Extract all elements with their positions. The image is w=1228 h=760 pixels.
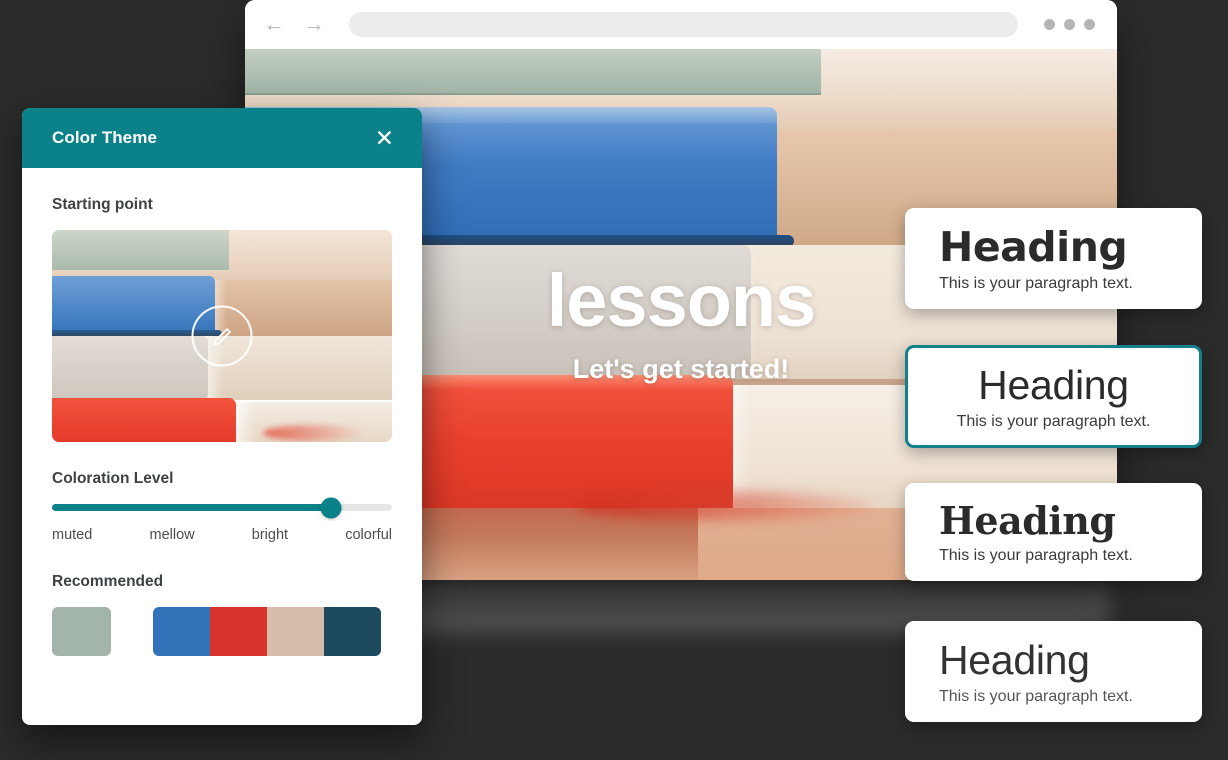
slider-thumb[interactable] <box>320 497 342 518</box>
palette-color-1 <box>153 607 210 656</box>
panel-body: Starting point Coloration Level muted me… <box>22 168 422 656</box>
card-paragraph: This is your paragraph text. <box>939 275 1133 293</box>
starting-point-thumbnail[interactable] <box>52 230 392 442</box>
menu-dot <box>1084 19 1095 30</box>
slider-tick-colorful[interactable]: colorful <box>345 527 392 543</box>
browser-toolbar: ← → <box>245 0 1117 49</box>
address-bar-input[interactable] <box>349 12 1018 37</box>
card-heading: Heading <box>939 637 1090 683</box>
slider-tick-bright[interactable]: bright <box>252 527 288 543</box>
recommended-group: Recommended <box>52 573 392 656</box>
palette-color-2 <box>210 607 267 656</box>
slider-fill <box>52 504 331 511</box>
forward-icon[interactable]: → <box>301 12 327 38</box>
text-style-card-2-selected[interactable]: Heading This is your paragraph text. <box>905 345 1202 449</box>
close-icon[interactable]: ✕ <box>369 123 400 154</box>
text-style-card-1[interactable]: Heading This is your paragraph text. <box>905 208 1202 310</box>
recommended-swatch-row <box>52 607 392 656</box>
slider-tick-muted[interactable]: muted <box>52 527 92 543</box>
text-style-card-4[interactable]: Heading This is your paragraph text. <box>905 621 1202 723</box>
slider-tick-labels: muted mellow bright colorful <box>52 527 392 543</box>
coloration-level-group: Coloration Level muted mellow bright col… <box>52 470 392 543</box>
card-paragraph: This is your paragraph text. <box>939 546 1133 564</box>
pencil-icon[interactable] <box>191 305 253 367</box>
palette-swatch[interactable] <box>153 607 381 656</box>
card-heading: Heading <box>939 223 1128 271</box>
coloration-slider[interactable] <box>52 497 392 518</box>
color-theme-panel: Color Theme ✕ Starting point Coloration … <box>22 108 422 725</box>
solid-color-swatch[interactable] <box>52 607 111 656</box>
palette-color-4 <box>324 607 381 656</box>
starting-point-label: Starting point <box>52 196 153 213</box>
panel-header: Color Theme ✕ <box>22 108 422 168</box>
back-icon[interactable]: ← <box>261 12 287 38</box>
card-heading: Heading <box>978 362 1129 408</box>
panel-title: Color Theme <box>52 128 158 147</box>
browser-menu-icon[interactable] <box>1044 19 1101 30</box>
card-heading: Heading <box>939 498 1116 543</box>
card-paragraph: This is your paragraph text. <box>939 688 1133 706</box>
palette-color-3 <box>267 607 324 656</box>
menu-dot <box>1064 19 1075 30</box>
text-style-card-3[interactable]: Heading This is your paragraph text. <box>905 483 1202 581</box>
menu-dot <box>1044 19 1055 30</box>
slider-tick-mellow[interactable]: mellow <box>149 527 194 543</box>
card-paragraph: This is your paragraph text. <box>956 413 1151 431</box>
coloration-level-label: Coloration Level <box>52 470 174 487</box>
recommended-label: Recommended <box>52 573 164 590</box>
